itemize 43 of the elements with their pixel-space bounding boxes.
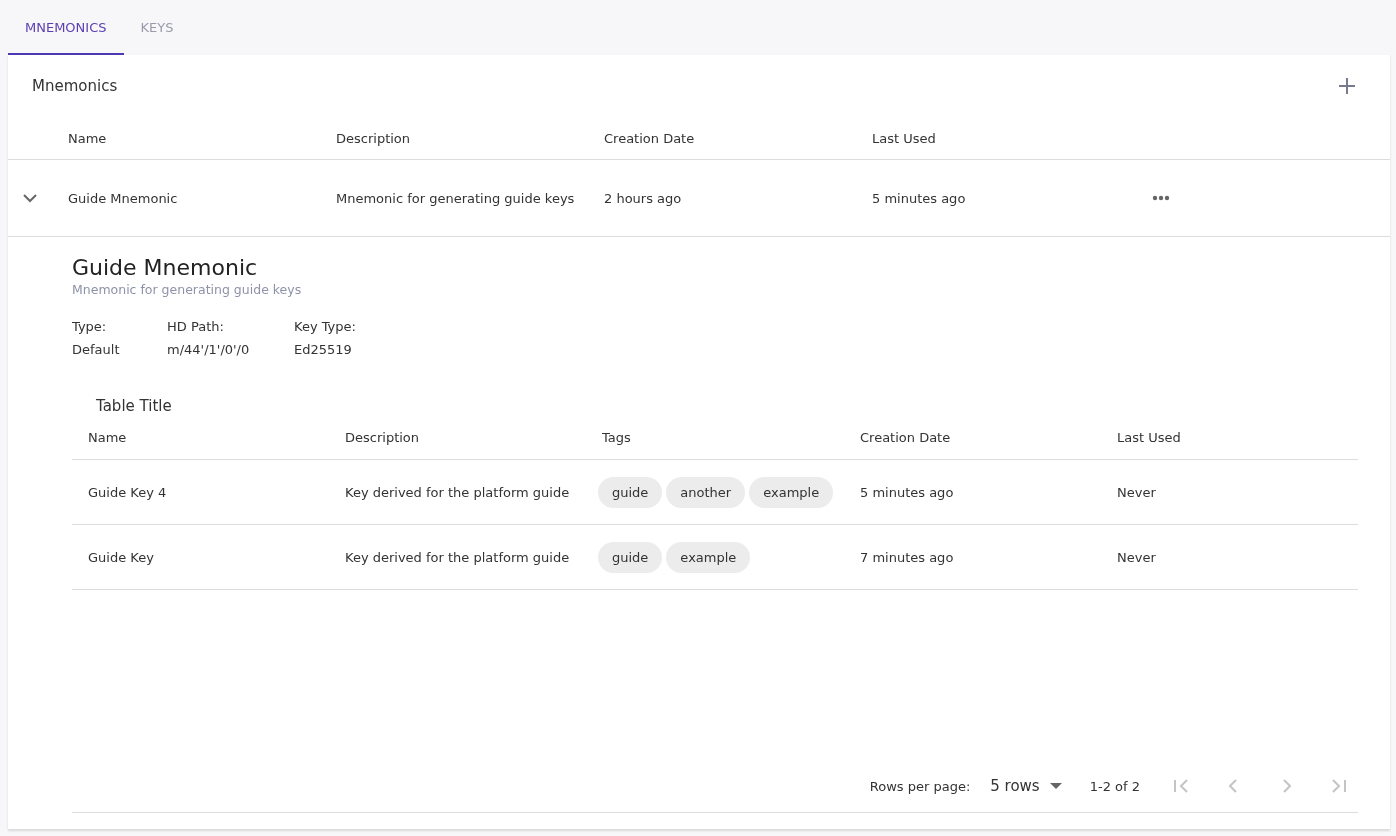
table-title: Table Title <box>96 397 172 415</box>
card-title: Mnemonics <box>32 77 118 95</box>
column-header: Tags <box>601 429 632 445</box>
table-cell-text: Guide Mnemonic <box>68 190 179 206</box>
field-value: Ed25519 <box>294 342 353 357</box>
column-header: Creation Date <box>859 429 952 445</box>
plus-icon <box>1338 77 1356 95</box>
tag-chip: example <box>749 476 834 508</box>
tag-chip: example <box>666 541 751 573</box>
table-cell-text: Guide Key 4 <box>87 484 168 500</box>
more-icon <box>1152 195 1170 201</box>
table-cell-text: Key derived for the platform guide <box>344 484 571 500</box>
column-header: Name <box>87 429 128 445</box>
table-cell-text: Key derived for the platform guide <box>344 549 571 565</box>
detail-subtitle: Mnemonic for generating guide keys <box>72 282 303 297</box>
field-value: m/44'/1'/0'/0 <box>167 342 251 357</box>
table-cell-text: Never <box>1116 484 1157 500</box>
table-cell-text: 7 minutes ago <box>859 549 955 565</box>
field-value: Default <box>72 342 121 357</box>
table-cell-text: Never <box>1116 549 1157 565</box>
field-label: Key Type: <box>294 319 356 334</box>
column-header: Description <box>344 429 421 445</box>
column-header: Last Used <box>1116 429 1182 445</box>
column-header: Description <box>336 130 412 146</box>
table-cell-text: Mnemonic for generating guide keys <box>336 190 576 206</box>
tag-chip: another <box>666 476 746 508</box>
table-cell-text: 2 hours ago <box>604 190 683 206</box>
table-cell-text: Guide Key <box>87 549 155 565</box>
tag-chip: guide <box>598 541 663 573</box>
more-button[interactable] <box>1152 195 1170 201</box>
column-header: Name <box>68 130 108 146</box>
field-label: HD Path: <box>167 319 225 334</box>
column-header: Creation Date <box>604 130 696 146</box>
page-range: 1-2 of 2 <box>1089 778 1140 794</box>
detail-title: Guide Mnemonic <box>72 255 259 280</box>
caret-icon <box>1049 783 1062 789</box>
rows-per-page-label: Rows per page: <box>869 778 971 794</box>
table-cell-text: 5 minutes ago <box>859 484 955 500</box>
table-cell-text: 5 minutes ago <box>872 190 967 206</box>
tag-chip: guide <box>598 476 663 508</box>
column-header: Last Used <box>872 130 937 146</box>
rows-per-page-select[interactable]: 5 rows <box>990 777 1062 795</box>
field-label: Type: <box>72 319 108 334</box>
